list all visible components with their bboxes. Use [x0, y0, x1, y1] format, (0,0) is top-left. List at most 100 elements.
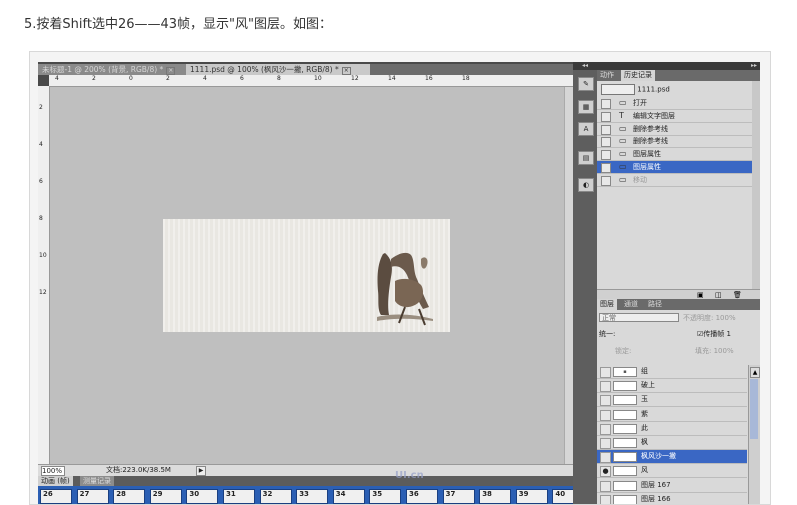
- history-source-checkbox[interactable]: [601, 150, 611, 161]
- collapse-icon[interactable]: ◂◂: [573, 62, 597, 70]
- zoom-field[interactable]: 100%: [41, 466, 65, 476]
- animation-frame[interactable]: 36: [406, 489, 438, 504]
- animation-frame[interactable]: 34: [332, 489, 365, 504]
- history-item-label: 编辑文字图层: [633, 111, 675, 120]
- propagate-frame-checkbox[interactable]: ☑传播帧 1: [697, 329, 731, 339]
- visibility-eye-icon[interactable]: [600, 480, 611, 492]
- close-icon[interactable]: ×: [166, 67, 176, 75]
- history-state-icon: ▭: [619, 149, 627, 159]
- history-item[interactable]: ▭ 打开: [597, 97, 752, 110]
- tab-measurement-log[interactable]: 测量记录: [80, 476, 114, 486]
- history-item-label: 删除参考线: [633, 137, 668, 146]
- visibility-eye-icon[interactable]: [600, 438, 611, 449]
- history-source-checkbox[interactable]: [601, 137, 611, 148]
- layer-row[interactable]: 破上: [597, 379, 747, 394]
- layer-row[interactable]: 紫: [597, 408, 747, 422]
- history-scrollbar[interactable]: [752, 81, 760, 289]
- tab-1111-psd[interactable]: 1111.psd @ 100% (枫风沙一撇, RGB/8) * ×: [186, 64, 370, 75]
- animation-frame[interactable]: 31: [223, 489, 255, 504]
- animation-frame[interactable]: 38: [479, 489, 512, 504]
- animation-frame[interactable]: 27: [76, 489, 109, 504]
- layer-row[interactable]: ● 风: [597, 464, 747, 479]
- animation-frame[interactable]: 35: [369, 489, 402, 504]
- layer-row[interactable]: 枫: [597, 436, 747, 450]
- doc-size-info: 文档:223.0K/38.5M: [106, 466, 171, 474]
- history-state-icon: T: [619, 110, 624, 120]
- expand-icon[interactable]: ▸▸: [597, 62, 760, 70]
- brush-icon[interactable]: A: [578, 122, 594, 136]
- ruler-tick-label: 2: [39, 104, 43, 111]
- visibility-eye-icon[interactable]: [600, 423, 611, 435]
- step-caption: 5.按着Shift选中26——43帧，显示"风"图层。如图：: [24, 17, 332, 32]
- animation-frame[interactable]: 33: [296, 489, 329, 504]
- history-source-checkbox[interactable]: [601, 99, 611, 109]
- animation-frame[interactable]: 26: [40, 489, 72, 504]
- trash-icon[interactable]: 🗑: [733, 291, 742, 299]
- lock-row: 锁定: 填充: 100%: [599, 346, 758, 356]
- tab-untitled[interactable]: 未标题-1 @ 200% (背景, RGB/8) * ×: [38, 64, 186, 75]
- fill-field[interactable]: 填充: 100%: [695, 346, 734, 356]
- history-source-checkbox[interactable]: [601, 175, 611, 186]
- canvas-area[interactable]: [50, 87, 564, 464]
- status-bar: 100% 文档:223.0K/38.5M ▶: [38, 464, 573, 476]
- history-item[interactable]: ▭ 移动: [597, 174, 752, 187]
- tab-layers[interactable]: 图层: [597, 299, 617, 310]
- visibility-eye-icon[interactable]: [600, 452, 611, 464]
- close-icon[interactable]: ×: [341, 67, 351, 75]
- visibility-eye-icon[interactable]: [600, 395, 611, 407]
- history-source-checkbox[interactable]: [601, 163, 611, 173]
- layer-row[interactable]: 枫风沙一撇: [597, 450, 747, 465]
- history-item[interactable]: ▭ 删除参考线: [597, 123, 752, 136]
- tab-history[interactable]: 历史记录: [621, 70, 655, 81]
- layer-name: 枫风沙一撇: [641, 452, 676, 461]
- new-snapshot-icon[interactable]: ◫: [715, 291, 722, 299]
- animation-frame[interactable]: 37: [442, 489, 475, 504]
- animation-frame[interactable]: 29: [149, 489, 182, 504]
- layers-scrollbar[interactable]: ▲: [748, 365, 760, 504]
- ruler-tick-label: 8: [39, 215, 43, 222]
- ruler-tick-label: 4: [203, 75, 207, 82]
- history-item[interactable]: ▭ 图层属性: [597, 161, 752, 174]
- status-menu-arrow-icon[interactable]: ▶: [196, 466, 206, 476]
- history-source-checkbox[interactable]: [601, 111, 611, 122]
- animation-frame[interactable]: 28: [113, 489, 146, 504]
- unify-label: 统一:: [599, 330, 616, 338]
- blend-mode-select[interactable]: 正常: [599, 313, 679, 322]
- tab-animation[interactable]: 动画 (帧): [38, 476, 73, 486]
- animation-frame[interactable]: 39: [515, 489, 548, 504]
- layer-thumbnail: [613, 466, 637, 477]
- tab-channels[interactable]: 通道: [621, 299, 641, 310]
- history-snapshot[interactable]: 1111.psd: [601, 84, 670, 95]
- ruler-tick-label: 2: [166, 75, 170, 82]
- swatch-icon[interactable]: ▤: [578, 151, 594, 165]
- layer-row[interactable]: 图层 166: [597, 493, 747, 504]
- visibility-eye-icon[interactable]: [600, 381, 611, 393]
- history-source-checkbox[interactable]: [601, 124, 611, 135]
- layer-row[interactable]: 玉: [597, 393, 747, 408]
- history-brush-icon[interactable]: ✎: [578, 77, 594, 91]
- layer-row[interactable]: 此: [597, 422, 747, 436]
- visibility-eye-icon[interactable]: [600, 409, 611, 421]
- animation-frame[interactable]: 32: [259, 489, 292, 504]
- history-item[interactable]: T 编辑文字图层: [597, 110, 752, 123]
- mask-icon[interactable]: ◐: [578, 178, 594, 192]
- layer-name: 图层 167: [641, 480, 671, 489]
- opacity-field[interactable]: 不透明度: 100%: [683, 313, 736, 323]
- layer-row[interactable]: 图层 167: [597, 479, 747, 493]
- tab-paths[interactable]: 路径: [645, 299, 665, 310]
- tab-actions[interactable]: 动作: [597, 70, 617, 81]
- layer-name: 组: [641, 367, 648, 375]
- document-canvas[interactable]: [163, 219, 450, 332]
- new-document-icon[interactable]: ▣: [697, 291, 704, 299]
- layer-thumbnail: [613, 395, 637, 406]
- character-icon[interactable]: ▦: [578, 100, 594, 114]
- visibility-eye-icon[interactable]: ●: [600, 466, 611, 478]
- visibility-eye-icon[interactable]: [600, 367, 611, 378]
- layer-thumbnail: [613, 452, 637, 463]
- scroll-thumb[interactable]: [750, 379, 758, 439]
- history-item[interactable]: ▭ 删除参考线: [597, 135, 752, 149]
- layer-row[interactable]: ▪ 组: [597, 365, 747, 379]
- scroll-up-icon[interactable]: ▲: [750, 367, 760, 378]
- animation-frame[interactable]: 30: [186, 489, 219, 504]
- history-item[interactable]: ▭ 图层属性: [597, 148, 752, 162]
